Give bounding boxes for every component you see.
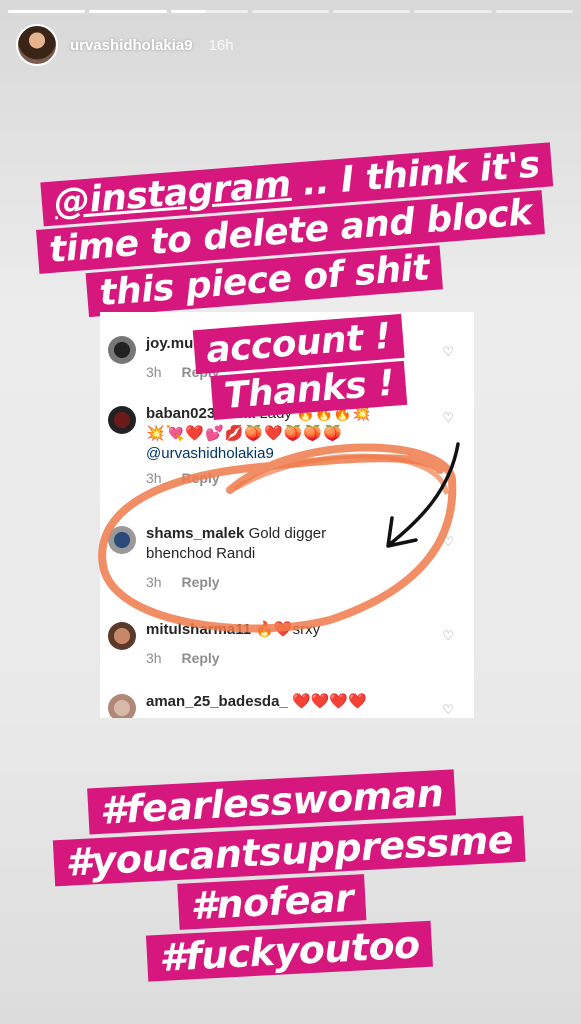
story-progress-segment xyxy=(333,10,411,13)
reply-button[interactable]: Reply xyxy=(181,574,219,590)
story-progress-segment xyxy=(89,10,167,13)
comment-avatar xyxy=(108,336,136,364)
comment-body: baban023 Hotttt Lady 🔥🔥🔥💥 💥💘❤️💕💋🍑❤️🍑🍑🍑 @… xyxy=(146,404,440,488)
comment-avatar xyxy=(108,406,136,434)
reply-button[interactable]: Reply xyxy=(181,650,219,666)
comment-text: ❤️❤️❤️❤️ xyxy=(291,693,367,710)
story-caption: @instagram .. I think it's time to delet… xyxy=(0,140,581,323)
avatar[interactable] xyxy=(16,24,58,66)
comment-username[interactable]: mitulsharma11 xyxy=(146,621,251,638)
story-progress-segment xyxy=(8,10,86,13)
hashtag[interactable]: #fuckyoutoo xyxy=(146,920,433,982)
comment-username[interactable]: aman_25_badesda_ xyxy=(146,693,288,710)
comment-text-continued: 💥💘❤️💕💋🍑❤️🍑🍑🍑 xyxy=(146,425,343,442)
like-heart-icon[interactable]: ♡ xyxy=(442,410,454,426)
story-progress-segment xyxy=(251,10,330,13)
story-progress-bar xyxy=(8,10,573,13)
comment-meta: 3h Reply xyxy=(146,572,440,592)
story-time-ago: 16h xyxy=(208,36,234,54)
comment-meta: 3h Reply xyxy=(146,468,440,488)
comment-avatar xyxy=(108,694,136,718)
story-username[interactable]: urvashidholakia9 xyxy=(70,37,193,54)
story-header: urvashidholakia9 16h xyxy=(16,24,234,66)
comment-time: 3h xyxy=(146,364,162,380)
comment-body: shams_malek Gold digger bhenchod Randi 3… xyxy=(146,524,440,592)
comment-meta: 3h Reply xyxy=(146,648,440,668)
story-progress-segment xyxy=(495,10,573,13)
comment-time: 3h xyxy=(146,574,162,590)
story-hashtags: #fearlesswoman #youcantsuppressme #nofea… xyxy=(0,763,581,989)
like-heart-icon[interactable]: ♡ xyxy=(442,344,454,360)
comment-text-continued: bhenchod Randi xyxy=(146,545,256,562)
comment-body: aman_25_badesda_ ❤️❤️❤️❤️ xyxy=(146,692,440,712)
comment-body: mitulsharma11 🔥❤️srxy 3h Reply xyxy=(146,620,440,668)
comment-username[interactable]: shams_malek xyxy=(146,525,244,542)
comment-time: 3h xyxy=(146,650,162,666)
story-caption-continued: account ! Thanks ! xyxy=(192,313,408,421)
comment-username[interactable]: joy.mu xyxy=(146,335,193,352)
comment-text: Gold digger xyxy=(248,525,327,542)
comment-text: 🔥❤️srxy xyxy=(255,621,321,638)
comment-mention-link[interactable]: @urvashidholakia9 xyxy=(146,445,274,462)
comment-time: 3h xyxy=(146,470,162,486)
hashtag[interactable]: #nofear xyxy=(177,874,367,930)
comment-avatar xyxy=(108,622,136,650)
like-heart-icon[interactable]: ♡ xyxy=(442,702,454,718)
like-heart-icon[interactable]: ♡ xyxy=(442,534,454,550)
like-heart-icon[interactable]: ♡ xyxy=(442,628,454,644)
comment-avatar xyxy=(108,526,136,554)
story-progress-segment xyxy=(414,10,492,13)
reply-button[interactable]: Reply xyxy=(181,470,219,486)
story-progress-segment-current xyxy=(170,10,248,13)
